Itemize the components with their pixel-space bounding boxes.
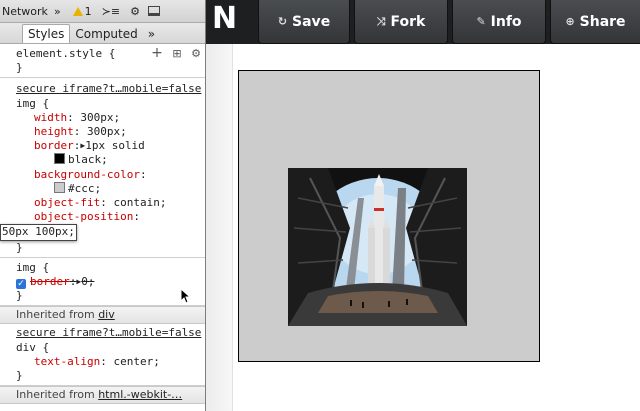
property-name: background-color [34, 167, 140, 181]
mouse-cursor-icon [180, 288, 190, 304]
console-icon[interactable]: ≻≡ [102, 5, 120, 18]
tab-styles[interactable]: Styles [22, 24, 71, 43]
save-button-label: Save [292, 13, 331, 30]
property-value: contain; [113, 196, 167, 210]
info-icon: ✎ [476, 15, 486, 28]
property-name: border [34, 139, 74, 153]
property-name: object-position [34, 210, 134, 224]
add-rule-icon[interactable]: + [151, 45, 163, 61]
rule-selector[interactable]: img { [16, 97, 205, 111]
rocket-launch-photo [288, 168, 467, 326]
result-gutter [206, 44, 233, 411]
editor-stage: N ↻ Save ⤨ Fork ✎ Info ⊕ Share [206, 0, 640, 411]
info-button-label: Info [490, 13, 522, 30]
sidebar-tabs: Styles Computed » [0, 23, 205, 44]
devtools-panel: Network » 1 ≻≡ ⚙ Styles Computed » eleme… [0, 0, 206, 411]
dock-icon[interactable] [147, 5, 160, 18]
property-border[interactable]: border:▶1px solid [16, 139, 205, 153]
fork-button[interactable]: ⤨ Fork [354, 0, 448, 44]
property-name: border [30, 275, 70, 289]
property-checkbox[interactable]: ✓ [16, 279, 26, 290]
inherited-label: Inherited from [16, 388, 95, 402]
warning-count: 1 [84, 4, 92, 18]
rule-close-brace: } [16, 289, 23, 303]
property-name: width [34, 110, 68, 124]
property-value-editor[interactable]: 50px 100px; [0, 224, 205, 241]
css-rule-img-overridden: img { ✓ border:▶0; } [0, 258, 205, 307]
color-swatch-black[interactable] [54, 153, 65, 165]
value-edit-field[interactable]: 50px 100px; [0, 224, 77, 241]
inherited-from-header: Inherited from div [0, 306, 205, 325]
inherited-element-link[interactable]: div [98, 308, 115, 321]
property-background-value[interactable]: #ccc; [16, 181, 205, 196]
share-button[interactable]: ⊕ Share [550, 0, 640, 44]
devtools-topbar: Network » 1 ≻≡ ⚙ [0, 0, 205, 23]
share-button-label: Share [579, 13, 626, 30]
property-text-align[interactable]: text-align: center; [16, 355, 205, 369]
styles-pane: element.style { + ⊞ ⚙ } secure iframe?t…… [0, 44, 205, 405]
property-value: black; [68, 153, 108, 167]
rule-source-link[interactable]: secure iframe?t…mobile=false [16, 82, 201, 95]
tabs-overflow-button[interactable]: » [143, 25, 160, 43]
save-button[interactable]: ↻ Save [258, 0, 350, 44]
css-rule-div: secure iframe?t…mobile=false div { text-… [0, 324, 205, 387]
fork-icon: ⤨ [376, 14, 386, 28]
property-object-fit[interactable]: object-fit: contain; [16, 196, 205, 210]
gear-icon[interactable]: ⚙ [191, 47, 201, 60]
rule-selector[interactable]: img { [16, 261, 205, 275]
property-value: center; [113, 354, 160, 368]
property-border-disabled[interactable]: ✓ border:▶0; [16, 275, 205, 290]
rule-close-brace: } [16, 369, 23, 383]
property-name: height [34, 125, 74, 139]
rule-source-link[interactable]: secure iframe?t…mobile=false [16, 326, 201, 339]
app-header: N ↻ Save ⤨ Fork ✎ Info ⊕ Share [206, 0, 640, 44]
save-icon: ↻ [277, 15, 288, 28]
property-value: 0; [81, 275, 95, 289]
tab-network[interactable]: Network [2, 5, 48, 18]
property-value: 300px; [87, 125, 127, 139]
property-name: object-fit [34, 196, 101, 210]
panel-overflow-button[interactable]: » [54, 5, 61, 18]
share-icon: ⊕ [565, 15, 575, 28]
inherited-label: Inherited from [16, 308, 95, 322]
info-button[interactable]: ✎ Info [452, 0, 546, 44]
rule-selector[interactable]: div { [16, 341, 205, 355]
app-logo[interactable]: N [212, 2, 237, 36]
style-tools: + ⊞ ⚙ [145, 46, 201, 61]
property-width[interactable]: width: 300px; [16, 111, 205, 125]
warning-counter[interactable]: 1 [72, 4, 92, 18]
warning-icon [72, 6, 83, 16]
rule-close-brace: } [16, 61, 23, 75]
toggle-state-icon[interactable]: ⊞ [172, 47, 181, 60]
rule-close-brace: } [16, 240, 23, 254]
property-height[interactable]: height: 300px; [16, 125, 205, 139]
gear-icon[interactable]: ⚙ [130, 5, 140, 18]
property-object-position[interactable]: object-position: [16, 210, 205, 224]
fork-button-label: Fork [390, 13, 426, 30]
color-swatch-ccc[interactable] [54, 181, 65, 193]
property-name: text-align [34, 354, 101, 368]
property-value: #ccc; [68, 181, 102, 195]
property-value: 300px; [80, 110, 121, 124]
inherited-from-header: Inherited from html.-webkit-… [0, 386, 205, 405]
property-value: 1px solid [85, 139, 145, 153]
property-border-color[interactable]: black; [16, 153, 205, 167]
tab-computed[interactable]: Computed [70, 25, 142, 43]
property-background-color[interactable]: background-color: [16, 168, 205, 182]
inherited-element-link[interactable]: html.-webkit-… [98, 388, 182, 401]
element-style-section: element.style { + ⊞ ⚙ } [0, 44, 205, 79]
css-rule-img: secure iframe?t…mobile=false img { width… [0, 78, 205, 258]
